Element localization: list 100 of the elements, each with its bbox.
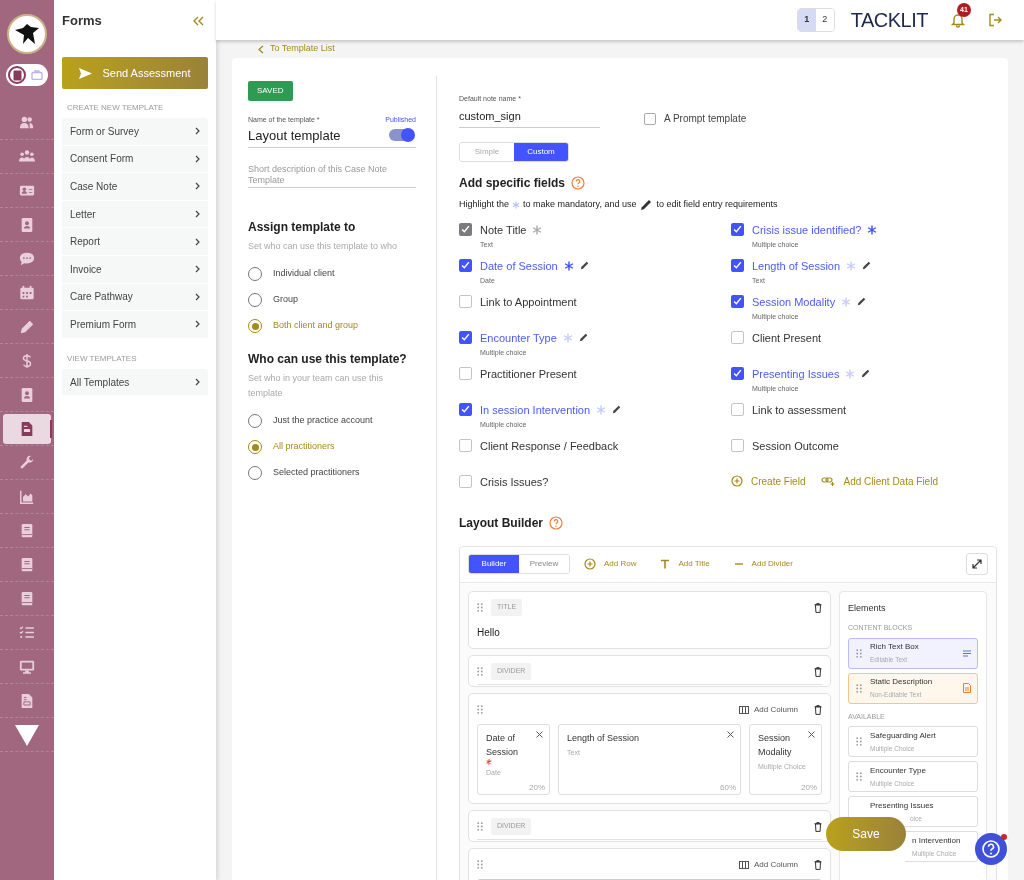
row-title-text: Hello — [477, 625, 501, 640]
menu-item[interactable]: Premium Form — [62, 311, 208, 339]
drag-handle-icon[interactable] — [856, 648, 862, 658]
field-checkbox[interactable] — [731, 222, 744, 236]
close-icon[interactable] — [727, 730, 734, 738]
menu-item[interactable]: Care Pathway — [62, 283, 208, 312]
radio-label: All practitioners — [273, 440, 335, 454]
question-icon — [981, 839, 1001, 859]
add-column-button[interactable]: Add Column — [738, 858, 798, 871]
asterisk-icon[interactable] — [563, 260, 574, 271]
menu-item[interactable]: Case Note — [62, 173, 208, 201]
pencil-icon — [640, 198, 653, 211]
edit-icon[interactable] — [612, 405, 622, 415]
edit-icon[interactable] — [857, 297, 867, 307]
edit-icon[interactable] — [579, 261, 589, 271]
column-width-label: 60% — [720, 782, 736, 792]
field-checkbox[interactable] — [731, 366, 744, 380]
field-label: Practitioner Present — [480, 366, 577, 382]
column-width-label: 20% — [801, 782, 817, 792]
drag-handle-icon[interactable] — [477, 603, 483, 612]
create-field-button[interactable]: Create Field — [731, 473, 806, 489]
contact-icon — [19, 216, 35, 233]
field-checkbox[interactable] — [731, 294, 744, 308]
brand-logo: TACKLIT — [850, 8, 928, 33]
field-label: In session Intervention — [480, 402, 591, 418]
radio-label: Group — [273, 293, 298, 307]
contact-icon — [19, 386, 35, 403]
field-checkbox[interactable] — [459, 366, 472, 380]
drag-handle-icon[interactable] — [856, 683, 862, 693]
chat-icon — [19, 250, 35, 267]
field-checkbox[interactable] — [459, 258, 472, 272]
drag-handle-icon[interactable] — [856, 772, 862, 781]
section-heading: VIEW TEMPLATES — [66, 352, 138, 365]
building-option[interactable] — [8, 66, 26, 84]
help-icon[interactable] — [549, 515, 563, 530]
drag-handle-icon[interactable] — [477, 705, 483, 714]
field-label: Link to assessment — [752, 402, 847, 418]
element-name: n Intervention — [912, 834, 961, 847]
drag-handle-icon[interactable] — [477, 667, 483, 676]
columns-icon — [738, 860, 749, 869]
page-button[interactable]: 1 — [797, 9, 816, 31]
link-plus-icon — [821, 476, 836, 486]
field-checkbox[interactable] — [459, 402, 472, 416]
prompt-template-checkbox[interactable] — [644, 112, 656, 125]
drag-handle-icon[interactable] — [477, 860, 483, 869]
field-checkbox[interactable] — [731, 258, 744, 272]
help-icon[interactable] — [571, 176, 586, 190]
view-tab[interactable]: Builder — [469, 555, 519, 573]
field-checkbox[interactable] — [459, 294, 472, 308]
field-checkbox[interactable] — [459, 222, 472, 236]
asterisk-icon[interactable] — [867, 224, 878, 235]
field-checkbox[interactable] — [731, 438, 744, 452]
nav-button[interactable] — [3, 413, 51, 444]
drag-handle-icon[interactable] — [477, 822, 483, 831]
element-name: Rich Text Box — [870, 641, 919, 654]
toolbar-button[interactable]: Add Row — [584, 558, 637, 570]
field-checkbox[interactable] — [459, 474, 472, 488]
book-icon — [19, 590, 35, 607]
wrench-icon — [19, 454, 35, 471]
edit-icon[interactable] — [578, 333, 588, 343]
add-client-data-field-button[interactable]: Add Client Data Field — [821, 473, 938, 489]
field-label: Length of Session — [752, 258, 841, 274]
menu-item[interactable]: Consent Form — [62, 145, 208, 174]
delete-icon[interactable] — [814, 602, 822, 613]
delete-icon[interactable] — [814, 821, 822, 832]
asterisk-icon[interactable] — [532, 224, 543, 235]
menu-item[interactable]: Form or Survey — [62, 118, 208, 146]
menu-item[interactable]: Report — [62, 228, 208, 256]
close-icon[interactable] — [536, 730, 543, 738]
delete-icon[interactable] — [814, 859, 822, 870]
menu-item[interactable]: Letter — [62, 200, 208, 229]
chevron-right-icon — [195, 154, 200, 163]
radio-label: Both client and group — [273, 319, 359, 333]
close-icon[interactable] — [808, 730, 815, 738]
drag-handle-icon[interactable] — [856, 737, 862, 746]
toolbar-button[interactable]: Add Title — [660, 558, 710, 570]
published-toggle[interactable] — [389, 129, 413, 142]
field-checkbox[interactable] — [731, 330, 744, 344]
field-checkbox[interactable] — [459, 330, 472, 344]
edit-icon[interactable] — [862, 261, 872, 271]
add-circle-icon — [584, 558, 596, 570]
book-icon — [19, 522, 35, 539]
delete-icon[interactable] — [814, 666, 822, 677]
expand-button[interactable] — [966, 553, 988, 575]
element-name: Presenting Issues — [870, 799, 934, 812]
add-column-button[interactable]: Add Column — [738, 703, 798, 716]
menu-item[interactable]: Invoice — [62, 255, 208, 284]
menu-item[interactable]: All Templates — [62, 368, 208, 397]
toolbar-button[interactable]: Add Divider — [733, 558, 793, 570]
document-icon — [963, 683, 971, 693]
mode-tab[interactable]: Custom — [514, 143, 568, 161]
radio-label: Individual client — [273, 267, 335, 281]
delete-icon[interactable] — [814, 704, 822, 715]
field-checkbox[interactable] — [731, 402, 744, 416]
collapse-icon[interactable] — [192, 16, 204, 26]
edit-icon[interactable] — [861, 369, 871, 379]
notification-bell-icon[interactable] — [950, 12, 966, 28]
add-circle-icon — [731, 475, 743, 487]
logout-icon[interactable] — [988, 13, 1002, 27]
field-checkbox[interactable] — [459, 438, 472, 452]
